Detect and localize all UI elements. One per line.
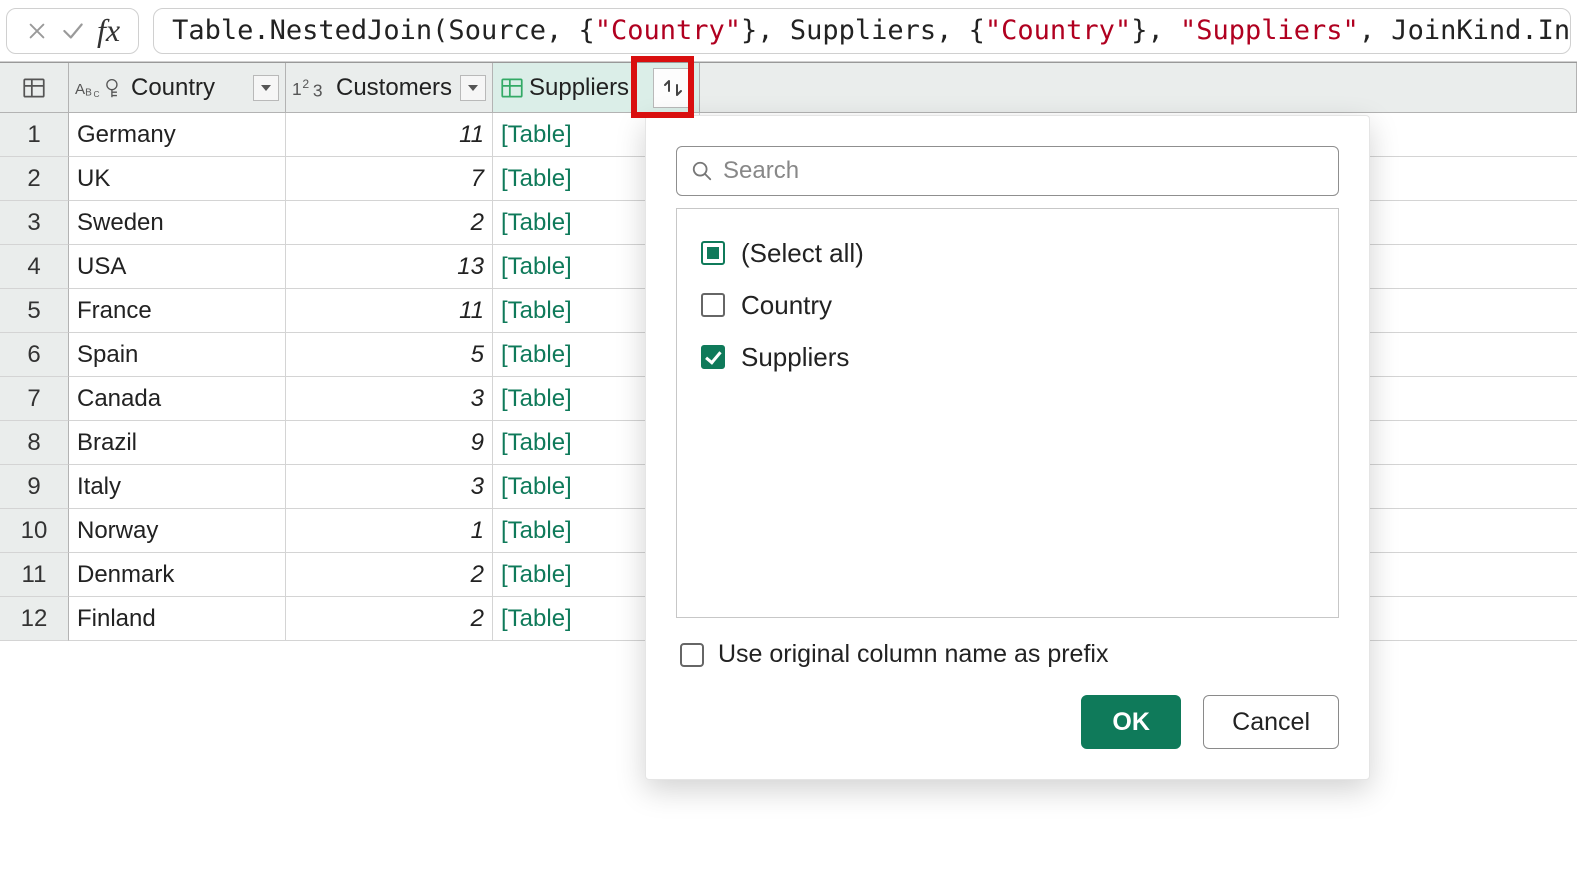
prefix-label: Use original column name as prefix xyxy=(718,640,1108,669)
cell-country[interactable]: Denmark xyxy=(69,553,286,597)
checkbox-unchecked-icon xyxy=(680,643,704,667)
cell-customers[interactable]: 11 xyxy=(286,113,493,157)
cell-country[interactable]: Sweden xyxy=(69,201,286,245)
ok-button[interactable]: OK xyxy=(1081,695,1181,749)
column-option-country[interactable]: Country xyxy=(701,279,1314,331)
row-index: 3 xyxy=(0,201,69,245)
cell-customers[interactable]: 3 xyxy=(286,377,493,421)
search-icon xyxy=(691,160,713,182)
cell-country[interactable]: Italy xyxy=(69,465,286,509)
cell-country[interactable]: Finland xyxy=(69,597,286,641)
cell-customers[interactable]: 11 xyxy=(286,289,493,333)
cell-country[interactable]: UK xyxy=(69,157,286,201)
formula-bar: fx Table.NestedJoin(Source, {"Country"},… xyxy=(0,0,1577,62)
column-header-country[interactable]: A B C Country xyxy=(69,63,286,113)
column-header-suppliers[interactable]: Suppliers xyxy=(493,63,700,113)
expand-column-button[interactable] xyxy=(653,68,693,108)
checkbox-checked-icon xyxy=(701,345,725,369)
row-index: 9 xyxy=(0,465,69,509)
fx-icon: fx xyxy=(95,12,122,49)
cell-country[interactable]: Canada xyxy=(69,377,286,421)
svg-text:C: C xyxy=(93,89,99,99)
row-index: 7 xyxy=(0,377,69,421)
column-label: Customers xyxy=(332,74,460,102)
column-label: Suppliers xyxy=(525,74,649,102)
column-select-list: (Select all) Country Suppliers xyxy=(676,208,1339,618)
check-icon xyxy=(60,18,86,44)
svg-text:3: 3 xyxy=(313,80,323,100)
formula-controls: fx xyxy=(6,8,139,54)
option-label: Suppliers xyxy=(741,342,849,373)
number-type-icon: 1 2 3 xyxy=(292,75,332,101)
text-key-type-icon: A B C xyxy=(75,74,127,102)
cell-country[interactable]: Germany xyxy=(69,113,286,157)
column-label: Country xyxy=(127,74,253,102)
formula-input[interactable]: Table.NestedJoin(Source, {"Country"}, Su… xyxy=(153,8,1571,54)
row-index: 1 xyxy=(0,113,69,157)
header-filler xyxy=(700,63,1577,113)
column-header-customers[interactable]: 1 2 3 Customers xyxy=(286,63,493,113)
cancel-button[interactable]: Cancel xyxy=(1203,695,1339,749)
cell-country[interactable]: Spain xyxy=(69,333,286,377)
svg-text:1: 1 xyxy=(292,78,302,98)
svg-text:2: 2 xyxy=(302,77,309,91)
row-index: 8 xyxy=(0,421,69,465)
cell-country[interactable]: Brazil xyxy=(69,421,286,465)
checkbox-indeterminate-icon xyxy=(701,241,725,265)
row-index: 4 xyxy=(0,245,69,289)
cancel-formula-button[interactable] xyxy=(23,17,51,45)
select-all-option[interactable]: (Select all) xyxy=(701,227,1314,279)
chevron-down-icon xyxy=(467,82,479,94)
row-index: 10 xyxy=(0,509,69,553)
row-index-header[interactable] xyxy=(0,63,69,113)
cell-customers[interactable]: 7 xyxy=(286,157,493,201)
column-option-suppliers[interactable]: Suppliers xyxy=(701,331,1314,383)
option-label: Country xyxy=(741,290,832,321)
cell-country[interactable]: USA xyxy=(69,245,286,289)
row-index: 11 xyxy=(0,553,69,597)
search-field[interactable] xyxy=(676,146,1339,196)
column-filter-button[interactable] xyxy=(253,75,279,101)
cell-country[interactable]: France xyxy=(69,289,286,333)
search-input[interactable] xyxy=(723,157,1324,185)
cell-customers[interactable]: 1 xyxy=(286,509,493,553)
close-icon xyxy=(26,20,48,42)
table-type-icon xyxy=(499,75,525,101)
svg-text:B: B xyxy=(85,87,92,98)
button-row: OK Cancel xyxy=(676,695,1339,749)
cell-customers[interactable]: 2 xyxy=(286,201,493,245)
checkbox-unchecked-icon xyxy=(701,293,725,317)
expand-columns-popup: (Select all) Country Suppliers Use origi… xyxy=(645,115,1370,780)
chevron-down-icon xyxy=(260,82,272,94)
expand-icon xyxy=(661,77,685,99)
row-index: 5 xyxy=(0,289,69,333)
confirm-formula-button[interactable] xyxy=(59,17,87,45)
cell-customers[interactable]: 2 xyxy=(286,553,493,597)
cell-country[interactable]: Norway xyxy=(69,509,286,553)
table-icon xyxy=(21,75,47,101)
grid-header: A B C Country 1 2 3 Customers xyxy=(0,63,1577,113)
row-index: 12 xyxy=(0,597,69,641)
cell-customers[interactable]: 9 xyxy=(286,421,493,465)
cell-customers[interactable]: 13 xyxy=(286,245,493,289)
option-label: (Select all) xyxy=(741,238,864,269)
column-filter-button[interactable] xyxy=(460,75,486,101)
row-index: 6 xyxy=(0,333,69,377)
prefix-option[interactable]: Use original column name as prefix xyxy=(680,640,1335,669)
cell-customers[interactable]: 5 xyxy=(286,333,493,377)
cell-customers[interactable]: 3 xyxy=(286,465,493,509)
formula-text: Table.NestedJoin(Source, {"Country"}, Su… xyxy=(172,15,1571,46)
row-index: 2 xyxy=(0,157,69,201)
cell-customers[interactable]: 2 xyxy=(286,597,493,641)
